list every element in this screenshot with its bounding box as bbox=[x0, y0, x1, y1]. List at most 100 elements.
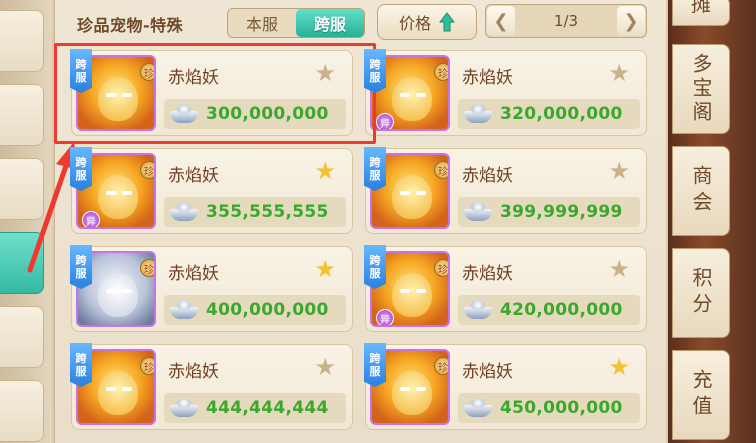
price-value: 320,000,000 bbox=[500, 104, 623, 124]
pet-name: 赤焰妖 bbox=[462, 362, 513, 382]
tab-label: 充值 bbox=[689, 369, 713, 421]
tab-label: 摊 bbox=[691, 0, 711, 16]
tab-local-server[interactable]: 本服 bbox=[228, 9, 296, 37]
next-page-button[interactable]: ❯ bbox=[616, 6, 645, 36]
tab-cross-server[interactable]: 跨服 bbox=[296, 9, 364, 37]
page-title: 珍品宠物-特殊 bbox=[77, 16, 184, 35]
left-category-tab[interactable] bbox=[0, 84, 44, 146]
panel-header: 珍品宠物-特殊 本服 跨服 价格 ❮ 1/3 ❯ bbox=[55, 0, 667, 44]
pet-eye bbox=[106, 191, 116, 195]
pet-face bbox=[392, 175, 432, 219]
arrow-up-icon bbox=[439, 12, 455, 32]
tab-guild-shop[interactable]: 商会 bbox=[672, 146, 730, 236]
listing-card[interactable]: 珍 跨服 赤焰妖 ★ 400,000,000 bbox=[70, 245, 353, 332]
left-category-tab-active[interactable] bbox=[0, 232, 44, 294]
mutant-badge: 异 bbox=[376, 113, 394, 129]
price-value: 420,000,000 bbox=[500, 300, 623, 320]
tab-recharge[interactable]: 充值 bbox=[672, 350, 730, 440]
star-icon[interactable]: ★ bbox=[314, 257, 336, 281]
pet-eye bbox=[106, 387, 116, 391]
silver-ingot-icon bbox=[168, 201, 200, 223]
cross-server-tag-char: 服 bbox=[369, 365, 381, 378]
price-bar: 300,000,000 bbox=[164, 99, 346, 129]
price-bar: 444,444,444 bbox=[164, 393, 346, 423]
left-category-tab[interactable] bbox=[0, 158, 44, 220]
sort-by-price-button[interactable]: 价格 bbox=[377, 4, 477, 40]
cross-server-tag-char: 跨 bbox=[369, 352, 381, 365]
rare-badge: 珍 bbox=[434, 259, 448, 277]
listing-card[interactable]: 珍 跨服 赤焰妖 ★ 444,444,444 bbox=[70, 343, 353, 430]
price-value: 355,555,555 bbox=[206, 202, 329, 222]
listing-card[interactable]: 珍 异 跨服 赤焰妖 ★ 420,000,000 bbox=[364, 245, 647, 332]
star-icon[interactable]: ★ bbox=[314, 159, 336, 183]
tab-stall[interactable]: 摊 bbox=[672, 0, 730, 26]
silver-ingot-icon bbox=[168, 103, 200, 125]
star-icon[interactable]: ★ bbox=[608, 159, 630, 183]
tab-label: 积分 bbox=[689, 267, 713, 319]
pet-eye bbox=[416, 387, 426, 391]
tab-points[interactable]: 积分 bbox=[672, 248, 730, 338]
pet-eye bbox=[400, 387, 410, 391]
pet-face bbox=[98, 175, 138, 219]
left-category-tab[interactable] bbox=[0, 10, 44, 72]
tab-label: 商会 bbox=[689, 165, 713, 217]
cross-server-tag-char: 跨 bbox=[75, 156, 87, 169]
cross-server-tag: 跨服 bbox=[70, 49, 92, 93]
cross-server-tag-char: 跨 bbox=[369, 156, 381, 169]
cross-server-tag: 跨服 bbox=[364, 245, 386, 289]
pet-eye bbox=[122, 289, 132, 293]
pet-name: 赤焰妖 bbox=[462, 68, 513, 88]
star-icon[interactable]: ★ bbox=[314, 355, 336, 379]
cross-server-tag: 跨服 bbox=[364, 49, 386, 93]
star-icon[interactable]: ★ bbox=[608, 355, 630, 379]
listing-card[interactable]: 珍 异 跨服 赤焰妖 ★ 355,555,555 bbox=[70, 147, 353, 234]
price-bar: 450,000,000 bbox=[458, 393, 640, 423]
star-icon[interactable]: ★ bbox=[314, 61, 336, 85]
pet-eye bbox=[400, 191, 410, 195]
pet-eye bbox=[416, 191, 426, 195]
page-indicator: 1/3 bbox=[553, 12, 579, 30]
right-tab-bar: 摊 多宝阁 商会 积分 充值 bbox=[668, 0, 756, 443]
star-icon[interactable]: ★ bbox=[608, 61, 630, 85]
pet-name: 赤焰妖 bbox=[168, 362, 219, 382]
tab-duobaoge[interactable]: 多宝阁 bbox=[672, 44, 730, 134]
listing-card[interactable]: 珍 异 跨服 赤焰妖 ★ 320,000,000 bbox=[364, 49, 647, 136]
cross-server-tag: 跨服 bbox=[70, 147, 92, 191]
listing-card[interactable]: 珍 跨服 赤焰妖 ★ 300,000,000 bbox=[70, 49, 353, 136]
star-icon[interactable]: ★ bbox=[608, 257, 630, 281]
price-value: 444,444,444 bbox=[206, 398, 329, 418]
pet-eye bbox=[416, 289, 426, 293]
cross-server-tag-char: 跨 bbox=[75, 58, 87, 71]
cross-server-tag: 跨服 bbox=[70, 343, 92, 387]
pet-name: 赤焰妖 bbox=[462, 264, 513, 284]
silver-ingot-icon bbox=[462, 103, 494, 125]
prev-page-button[interactable]: ❮ bbox=[487, 6, 515, 36]
cross-server-tag-char: 服 bbox=[369, 169, 381, 182]
pet-eye bbox=[106, 289, 116, 293]
price-value: 399,999,999 bbox=[500, 202, 623, 222]
cross-server-tag-char: 服 bbox=[369, 71, 381, 84]
pet-face bbox=[392, 77, 432, 121]
cross-server-tag-char: 跨 bbox=[75, 254, 87, 267]
pet-eye bbox=[106, 93, 116, 97]
tab-label: 多宝阁 bbox=[689, 53, 713, 125]
silver-ingot-icon bbox=[168, 397, 200, 419]
pagination: ❮ 1/3 ❯ bbox=[485, 4, 647, 38]
mutant-badge: 异 bbox=[82, 211, 100, 227]
pet-eye bbox=[416, 93, 426, 97]
left-category-tab[interactable] bbox=[0, 380, 44, 442]
cross-server-tag: 跨服 bbox=[70, 245, 92, 289]
silver-ingot-icon bbox=[462, 201, 494, 223]
left-category-tab[interactable] bbox=[0, 306, 44, 368]
server-toggle[interactable]: 本服 跨服 bbox=[227, 8, 365, 38]
pet-face bbox=[392, 273, 432, 317]
pet-eye bbox=[400, 289, 410, 293]
silver-ingot-icon bbox=[168, 299, 200, 321]
listing-card[interactable]: 珍 跨服 赤焰妖 ★ 399,999,999 bbox=[364, 147, 647, 234]
listing-card[interactable]: 珍 跨服 赤焰妖 ★ 450,000,000 bbox=[364, 343, 647, 430]
rare-badge: 珍 bbox=[434, 357, 448, 375]
rare-badge: 珍 bbox=[140, 63, 154, 81]
cross-server-tag-char: 跨 bbox=[369, 254, 381, 267]
pet-name: 赤焰妖 bbox=[462, 166, 513, 186]
rare-badge: 珍 bbox=[434, 63, 448, 81]
